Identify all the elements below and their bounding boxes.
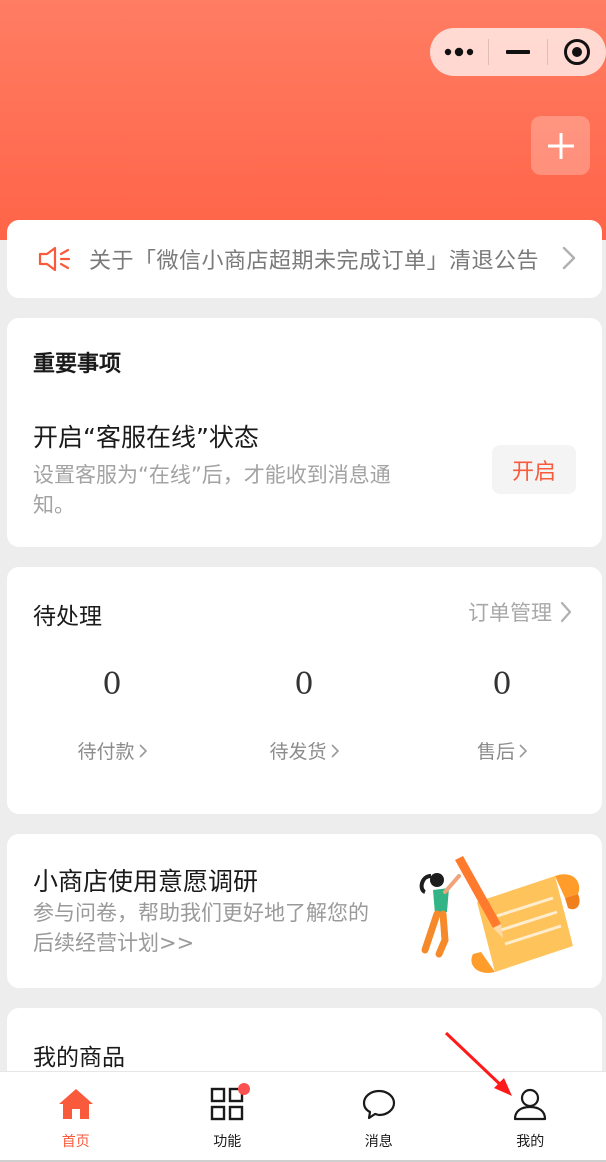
stat-after-sales[interactable]: 0 售后 — [402, 667, 602, 764]
tab-messages[interactable]: 消息 — [303, 1072, 455, 1162]
enable-online-button[interactable]: 开启 — [492, 445, 576, 494]
add-button[interactable] — [531, 116, 590, 175]
chevron-right-icon — [138, 743, 147, 758]
more-button[interactable] — [430, 28, 488, 76]
speaker-icon — [38, 246, 71, 272]
user-icon — [514, 1088, 547, 1121]
survey-description: 参与问卷，帮助我们更好地了解您的后续经营计划>> — [33, 901, 369, 955]
target-close-icon — [564, 39, 590, 65]
minimize-button[interactable] — [489, 28, 547, 76]
stat-value: 0 — [294, 667, 314, 702]
online-service-heading: 开启“客服在线”状态 — [33, 423, 259, 452]
online-service-description: 设置客服为“在线”后，才能收到消息通知。 — [33, 463, 391, 517]
notice-bar[interactable]: 关于「微信小商店超期未完成订单」清退公告 — [7, 220, 602, 298]
tab-icon-wrap — [512, 1086, 548, 1122]
pending-card: 待处理 订单管理 0 待付款 0 待发货 0 售后 — [7, 567, 602, 814]
survey-illustration — [419, 856, 580, 973]
order-management-link[interactable]: 订单管理 — [468, 597, 572, 627]
tab-label: 消息 — [364, 1134, 393, 1150]
tab-label: 首页 — [61, 1134, 90, 1150]
stat-value: 0 — [492, 667, 512, 702]
stat-label-wrap: 待发货 — [204, 737, 404, 764]
stat-label: 售后 — [476, 741, 515, 763]
chevron-right-icon — [519, 743, 527, 758]
stat-label-wrap: 待付款 — [12, 737, 212, 764]
chat-bubble-icon — [362, 1089, 395, 1120]
close-button[interactable] — [548, 28, 606, 76]
stat-label-wrap: 售后 — [402, 737, 602, 764]
order-management-label: 订单管理 — [468, 601, 552, 625]
mini-program-capsule — [430, 28, 606, 76]
chevron-right-icon — [560, 601, 572, 623]
tab-home[interactable]: 首页 — [0, 1072, 152, 1162]
survey-title: 小商店使用意愿调研 — [33, 867, 259, 896]
tab-icon-wrap — [362, 1086, 396, 1122]
chevron-right-icon — [562, 246, 576, 270]
tab-label: 我的 — [516, 1134, 545, 1150]
tab-label: 功能 — [213, 1134, 242, 1150]
tab-mine[interactable]: 我的 — [455, 1072, 606, 1162]
my-goods-title: 我的商品 — [33, 1045, 125, 1071]
minimize-icon — [506, 50, 530, 54]
notification-badge-dot — [238, 1083, 251, 1095]
important-items-card: 重要事项 开启“客服在线”状态 设置客服为“在线”后，才能收到消息通知。 开启 — [7, 318, 602, 547]
bottom-tab-bar: 首页 功能 消息 我的 — [0, 1071, 606, 1162]
important-title: 重要事项 — [33, 352, 122, 377]
stat-pending-shipment[interactable]: 0 待发货 — [204, 667, 404, 764]
pending-title: 待处理 — [33, 604, 102, 630]
plus-icon — [547, 132, 574, 159]
notice-text: 关于「微信小商店超期未完成订单」清退公告 — [89, 249, 540, 274]
home-icon — [58, 1089, 93, 1119]
stat-value: 0 — [102, 667, 122, 702]
survey-card[interactable]: 小商店使用意愿调研 参与问卷，帮助我们更好地了解您的后续经营计划>> — [7, 834, 602, 988]
stat-label: 待发货 — [269, 741, 327, 763]
more-dots-icon — [444, 47, 474, 57]
stat-pending-payment[interactable]: 0 待付款 — [12, 667, 212, 764]
tab-functions[interactable]: 功能 — [152, 1072, 304, 1162]
tab-icon-wrap — [58, 1086, 94, 1122]
tab-icon-wrap — [210, 1083, 251, 1122]
stat-label: 待付款 — [77, 741, 135, 763]
chevron-right-icon — [330, 743, 339, 758]
